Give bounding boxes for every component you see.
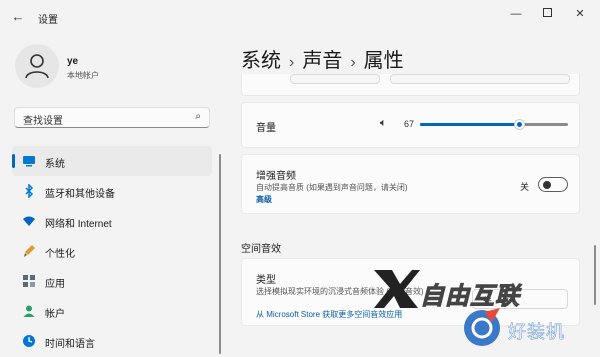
wifi-icon [23, 216, 35, 226]
partial-button[interactable] [290, 74, 380, 84]
sidebar-item-label: 网络和 Internet [45, 219, 112, 230]
sidebar-item-label: 应用 [45, 279, 65, 290]
volume-slider[interactable] [420, 119, 568, 130]
sidebar-item-bluetooth[interactable]: 蓝牙和其他设备 [12, 176, 212, 206]
slider-thumb[interactable] [514, 119, 526, 130]
sidebar-item-label: 个性化 [45, 249, 75, 260]
user-name: ye [67, 56, 79, 67]
breadcrumb-item-sound[interactable]: 声音 [302, 50, 342, 72]
volume-label: 音量 [256, 123, 276, 134]
minimize-button[interactable]: — [503, 6, 529, 22]
sidebar-item-personalization[interactable]: 个性化 [12, 236, 212, 266]
sidebar-item-apps[interactable]: 应用 [12, 266, 212, 296]
main-scrollbar[interactable] [594, 245, 596, 305]
breadcrumb: 系统 › 声音 › 属性 [241, 44, 404, 73]
sidebar-item-network[interactable]: 网络和 Internet [12, 206, 212, 236]
search-input[interactable]: 查找设置 ⌕ [14, 107, 210, 128]
brush-icon [24, 245, 35, 257]
maximize-button[interactable] [534, 6, 560, 22]
chevron-right-icon: › [289, 54, 295, 71]
sidebar-item-label: 时间和语言 [45, 339, 95, 350]
apps-icon [23, 275, 35, 287]
breadcrumb-item-system[interactable]: 系统 [241, 50, 281, 72]
close-button[interactable]: ✕ [567, 6, 593, 22]
sidebar-item-accounts[interactable]: 帐户 [12, 296, 212, 326]
sidebar-item-time-language[interactable]: 时间和语言 [12, 326, 212, 356]
watermark-logo [464, 308, 500, 346]
enhance-description: 自动提高音质 (如果遇到声音问题，请关闭) [256, 183, 408, 192]
toggle-knob [543, 181, 551, 189]
volume-card: 音量 🔈︎ 67 [241, 102, 580, 148]
watermark-text: 好装机 [508, 322, 565, 343]
partial-card [241, 74, 580, 96]
account-type: 本地帐户 [67, 71, 99, 80]
search-placeholder: 查找设置 [23, 116, 63, 127]
clock-globe-icon [23, 335, 35, 347]
watermark-x-logo [374, 270, 420, 308]
sidebar-item-label: 系统 [45, 159, 65, 170]
sidebar-item-label: 帐户 [45, 309, 65, 320]
slider-fill [420, 123, 520, 126]
bluetooth-icon [25, 184, 34, 198]
chevron-right-icon: › [350, 54, 356, 71]
page-title: 属性 [363, 50, 404, 72]
partial-button[interactable] [390, 74, 570, 84]
sidebar-item-label: 蓝牙和其他设备 [45, 189, 115, 200]
sidebar-nav: 系统 蓝牙和其他设备 网络和 Internet 个性化 应用 帐户 时间和语言 [12, 146, 212, 356]
sidebar-item-system[interactable]: 系统 [12, 146, 212, 176]
type-title: 类型 [256, 275, 276, 286]
enhance-title: 增强音频 [256, 171, 296, 182]
monitor-icon [23, 156, 35, 167]
avatar[interactable] [15, 44, 59, 88]
section-title: 空间音效 [241, 244, 281, 255]
person-icon [23, 305, 35, 317]
person-icon [25, 54, 49, 79]
maximize-icon [542, 8, 552, 17]
watermark-text: 自由互联 [420, 283, 520, 311]
sidebar-scrollbar[interactable] [219, 154, 221, 354]
enhance-audio-card: 增强音频 自动提高音质 (如果遇到声音问题，请关闭) 高级 关 [241, 154, 580, 214]
toggle-state-label: 关 [520, 182, 530, 192]
volume-value: 67 [404, 119, 415, 129]
enhance-toggle[interactable] [538, 177, 568, 192]
app-title: 设置 [38, 15, 58, 26]
title-bar: ← 设置 — ✕ [0, 0, 600, 32]
search-icon: ⌕ [195, 111, 201, 122]
advanced-link[interactable]: 高级 [256, 194, 272, 205]
speaker-icon[interactable]: 🔈︎ [380, 117, 387, 130]
back-arrow-icon[interactable]: ← [8, 8, 28, 26]
